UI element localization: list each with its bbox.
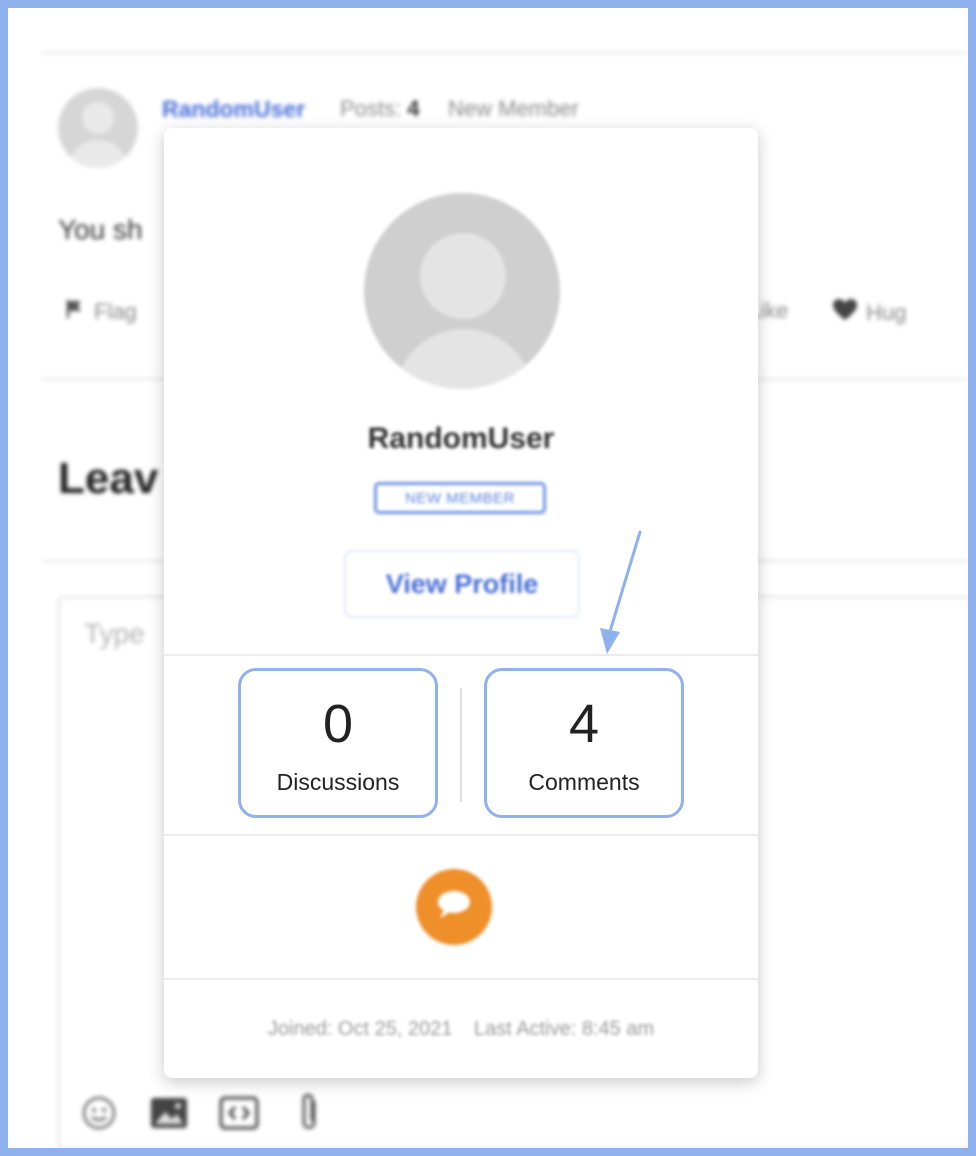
- screenshot-frame: RandomUser Posts: 4 New Member You sh Fl…: [8, 8, 968, 1148]
- annotation-arrow: [600, 530, 642, 654]
